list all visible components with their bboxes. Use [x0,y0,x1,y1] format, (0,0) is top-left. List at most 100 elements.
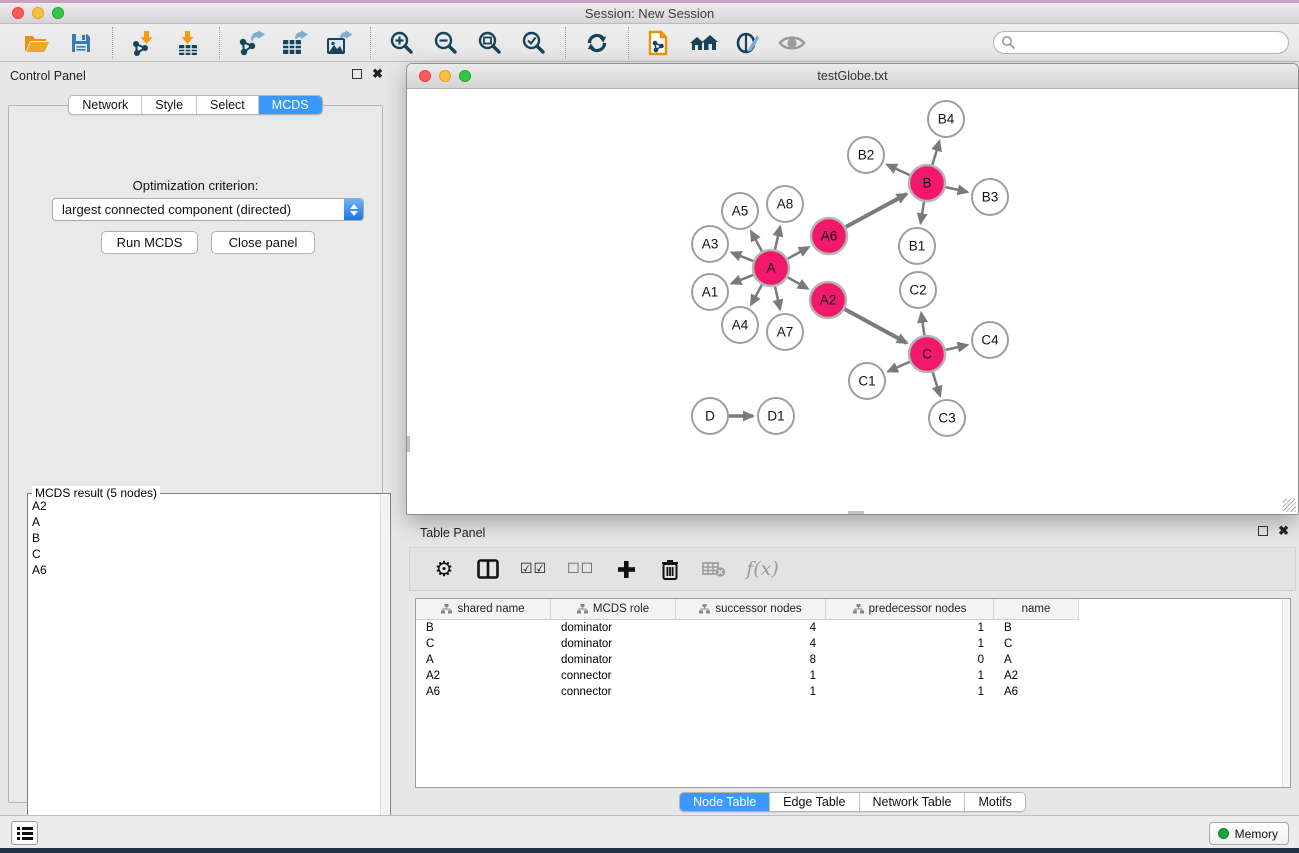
edge-A-A3[interactable] [731,252,753,261]
node-A8[interactable]: A8 [767,186,803,222]
table-cell[interactable]: A6 [994,686,1079,698]
table-cell[interactable]: B [994,622,1079,634]
node-C2[interactable]: C2 [900,272,936,308]
close-table-panel-icon[interactable]: ✖ [1278,526,1289,536]
search-input[interactable] [993,31,1289,54]
show-hide-button[interactable] [773,27,811,59]
function-builder-button[interactable]: f(x) [746,555,779,583]
table-cell[interactable]: 4 [676,638,826,650]
table-row[interactable]: Adominator80A [416,652,1290,668]
column-header-predecessor-nodes[interactable]: predecessor nodes [826,599,994,620]
table-scrollbar[interactable] [1282,599,1290,787]
table-cell[interactable]: 1 [676,670,826,682]
column-header-successor-nodes[interactable]: successor nodes [676,599,826,620]
edge-A-A5[interactable] [751,231,762,251]
tab-select[interactable]: Select [197,96,259,114]
zoom-fit-button[interactable] [471,27,509,59]
tab-mcds[interactable]: MCDS [259,96,322,114]
table-cell[interactable]: A [994,654,1079,666]
run-mcds-button[interactable]: Run MCDS [101,231,198,254]
table-cell[interactable]: 1 [826,622,994,634]
result-scrollbar[interactable] [380,495,389,837]
node-A7[interactable]: A7 [767,314,803,350]
table-cell[interactable]: 1 [826,670,994,682]
close-panel-button[interactable]: Close panel [211,231,315,254]
memory-button[interactable]: Memory [1209,822,1289,845]
float-table-panel-icon[interactable] [1258,526,1268,536]
edge-B-B4[interactable] [932,141,939,165]
export-table-button[interactable] [276,27,314,59]
result-item[interactable]: A2 [32,498,378,514]
column-header-name[interactable]: name [994,599,1079,620]
node-A4[interactable]: A4 [722,307,758,343]
node-C[interactable]: C [909,336,945,372]
network-graph[interactable]: AA6A2BCA5A8A3A1A4A7B2B4B3B1C2C4C1C3DD1 [407,89,1298,514]
node-B1[interactable]: B1 [899,228,935,264]
close-window-button[interactable] [12,7,24,19]
table-cell[interactable]: A2 [994,670,1079,682]
table-cell[interactable]: 1 [826,686,994,698]
network-window-titlebar[interactable]: testGlobe.txt [407,64,1298,89]
import-network-button[interactable] [125,27,163,59]
table-row[interactable]: A2connector11A2 [416,668,1290,684]
node-C1[interactable]: C1 [849,363,885,399]
table-cell[interactable]: 1 [676,686,826,698]
save-session-button[interactable] [62,27,100,59]
network-close-button[interactable] [419,70,431,82]
edge-A-A8[interactable] [775,226,780,249]
edge-C-C1[interactable] [888,362,910,372]
table-cell[interactable]: 0 [826,654,994,666]
table-row[interactable]: A6connector11A6 [416,684,1290,700]
result-item[interactable]: C [32,546,378,562]
node-B3[interactable]: B3 [972,179,1008,215]
zoom-out-button[interactable] [427,27,465,59]
task-history-button[interactable] [11,821,38,845]
node-D[interactable]: D [692,398,728,434]
export-network-button[interactable] [232,27,270,59]
column-header-MCDS-role[interactable]: MCDS role [551,599,676,620]
open-file-button[interactable] [18,27,56,59]
show-columns-button[interactable] [476,555,500,583]
node-B[interactable]: B [909,165,945,201]
zoom-in-button[interactable] [383,27,421,59]
node-B4[interactable]: B4 [928,101,964,137]
node-B2[interactable]: B2 [848,137,884,173]
edge-A-A2[interactable] [788,277,808,288]
edge-A-A4[interactable] [751,285,762,305]
select-all-button[interactable]: ☑☑ [520,555,547,583]
network-minimize-button[interactable] [439,70,451,82]
column-header-shared-name[interactable]: shared name [416,599,551,620]
table-cell[interactable]: connector [551,686,676,698]
node-C4[interactable]: C4 [972,322,1008,358]
table-cell[interactable]: B [416,622,551,634]
table-cell[interactable]: C [416,638,551,650]
table-row[interactable]: Bdominator41B [416,620,1290,636]
deselect-all-button[interactable]: ☐☐ [567,555,594,583]
edge-C-C2[interactable] [921,313,924,335]
edge-A-A1[interactable] [731,275,753,284]
minimize-window-button[interactable] [32,7,44,19]
edge-A2-C[interactable] [845,309,907,343]
result-item[interactable]: A [32,514,378,530]
node-C3[interactable]: C3 [929,400,965,436]
tab-motifs[interactable]: Motifs [965,793,1024,811]
edge-C-C3[interactable] [933,372,940,396]
node-A6[interactable]: A6 [811,218,847,254]
zoom-selected-button[interactable] [515,27,553,59]
canvas-bottom-scroll-thumb[interactable] [848,511,864,514]
node-A[interactable]: A [753,250,789,286]
delete-column-button[interactable] [658,555,682,583]
mcds-result-list[interactable]: A2ABCA6 [32,498,378,836]
table-cell[interactable]: A [416,654,551,666]
window-resize-grip[interactable] [1283,499,1296,512]
network-zoom-button[interactable] [459,70,471,82]
apply-layout-button[interactable] [578,27,616,59]
table-cell[interactable]: 1 [826,638,994,650]
float-panel-icon[interactable] [352,69,362,79]
canvas-left-scroll-thumb[interactable] [407,436,410,452]
criterion-select[interactable]: largest connected component (directed) [52,198,364,221]
annotation-mode-button[interactable] [729,27,767,59]
result-item[interactable]: B [32,530,378,546]
clone-network-button[interactable] [641,27,679,59]
delete-table-button[interactable] [702,555,726,583]
